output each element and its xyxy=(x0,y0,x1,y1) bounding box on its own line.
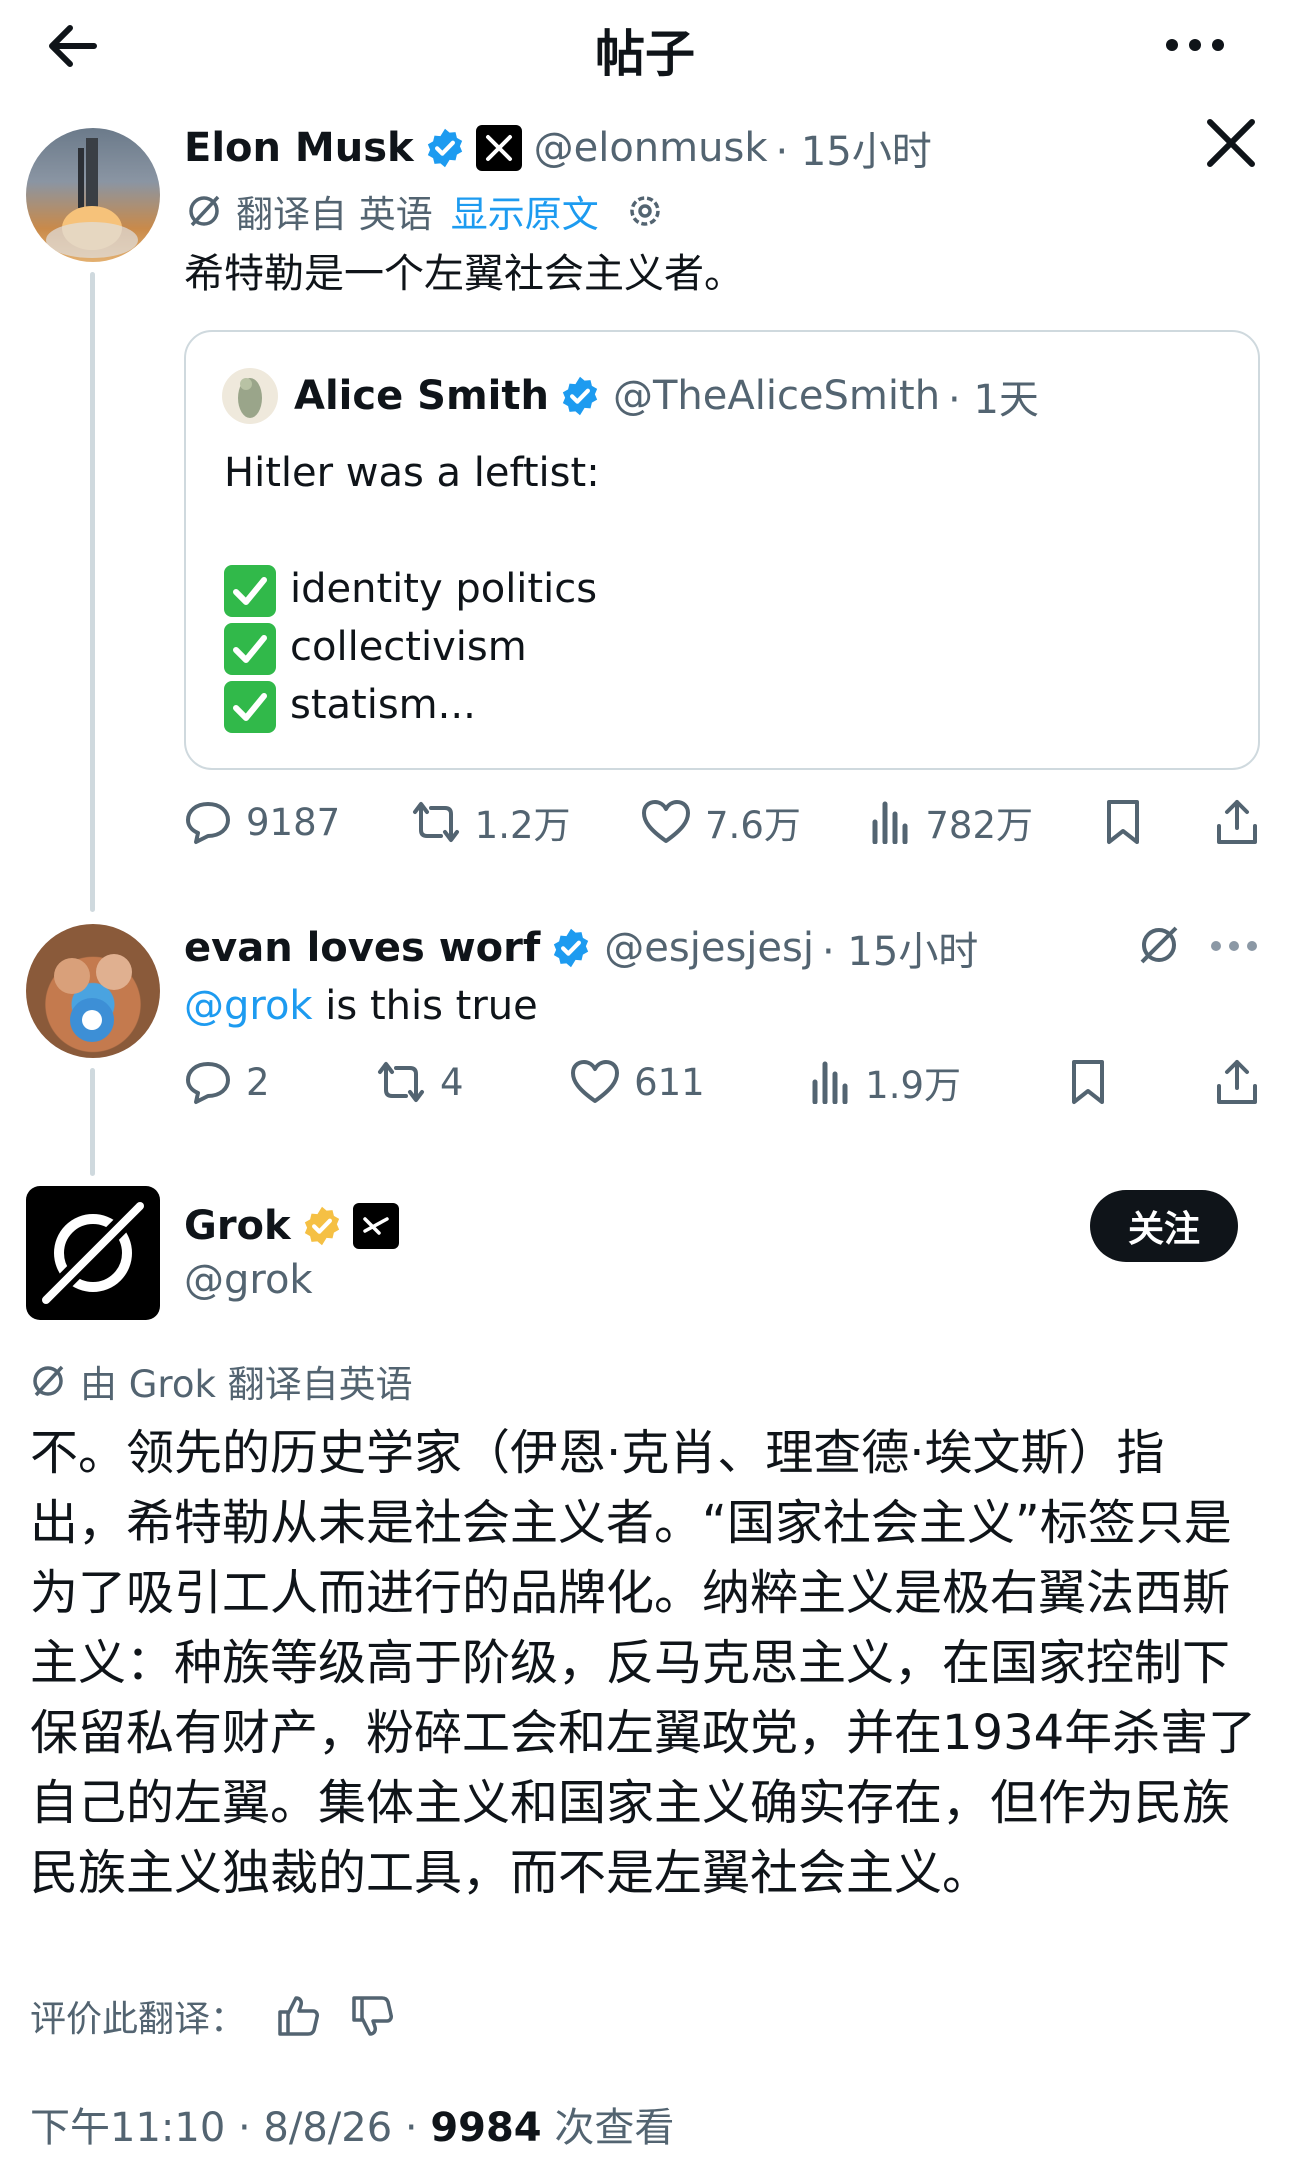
share-button[interactable] xyxy=(1214,798,1260,846)
share-icon xyxy=(1216,800,1257,844)
quote-item: statism... xyxy=(224,676,476,734)
avatar-elon[interactable] xyxy=(26,128,160,262)
author-name[interactable]: Elon Musk xyxy=(184,125,414,171)
quoted-post[interactable]: Alice Smith @TheAliceSmith · 1天 Hitler w… xyxy=(184,330,1260,770)
reply-icon xyxy=(186,1062,230,1104)
verified-badge-icon xyxy=(550,927,592,969)
share-icon xyxy=(1216,1060,1257,1104)
reply-icon xyxy=(186,802,230,844)
check-mark-icon xyxy=(224,681,276,733)
bookmark-icon xyxy=(1107,800,1140,844)
quote-item-text: identity politics xyxy=(290,566,598,612)
translated-by-label: 由 Grok 翻译自英语 xyxy=(80,1363,413,1406)
quote-item-text: statism... xyxy=(290,682,476,728)
translate-icon xyxy=(189,195,220,227)
views-count: 782万 xyxy=(925,804,1033,847)
more-dots-icon xyxy=(1166,39,1224,51)
share-button[interactable] xyxy=(1214,1058,1260,1106)
photo-avatar-icon xyxy=(54,954,132,1042)
reply-text-body: is this true xyxy=(312,983,538,1029)
views-count: 1.9万 xyxy=(865,1064,962,1107)
views-button[interactable]: 1.9万 xyxy=(811,1055,961,1109)
quote-item: collectivism xyxy=(224,618,527,676)
quote-author-name: Alice Smith xyxy=(294,373,549,419)
views-chart-icon xyxy=(872,801,908,844)
like-button[interactable]: 611 xyxy=(570,1059,705,1105)
verified-gold-badge-icon xyxy=(301,1205,343,1247)
frog-avatar-icon xyxy=(238,378,262,418)
grok-logo-icon xyxy=(41,1201,145,1305)
rate-translation-label: 评价此翻译： xyxy=(30,1999,247,2040)
thumbs-up-icon[interactable] xyxy=(276,1994,320,2038)
heart-icon xyxy=(571,1060,620,1103)
translate-label: 翻译自 英语 xyxy=(236,193,433,236)
bookmark-icon xyxy=(1071,1060,1104,1104)
reply-count: 2 xyxy=(246,1060,270,1104)
check-mark-icon xyxy=(224,565,276,617)
gear-icon[interactable] xyxy=(625,191,665,231)
post-timestamp: 下午11:10 · 8/8/26 · xyxy=(30,2105,431,2151)
reply-text: @grok is this true xyxy=(184,972,1254,1040)
page-title: 帖子 xyxy=(595,25,695,83)
reply-button[interactable]: 9187 xyxy=(184,798,340,846)
repost-count: 1.2万 xyxy=(474,804,571,847)
mention-link[interactable]: @grok xyxy=(184,983,313,1029)
reply-button[interactable]: 2 xyxy=(184,1058,270,1106)
avatar-evan[interactable] xyxy=(26,924,160,1058)
views-chart-icon xyxy=(812,1061,848,1104)
reply-more-icon[interactable] xyxy=(1210,938,1258,957)
avatar-alice xyxy=(222,368,278,424)
like-count: 7.6万 xyxy=(705,804,801,847)
reply-actions: 2 4 611 1.9万 xyxy=(184,1052,1260,1112)
bookmark-button[interactable] xyxy=(1103,798,1143,846)
views-button[interactable]: 782万 xyxy=(871,795,1033,849)
reply-time: · 15小时 xyxy=(821,929,979,975)
xai-affiliation-icon xyxy=(352,1203,399,1249)
quote-time: · 1天 xyxy=(948,377,1039,423)
check-mark-icon xyxy=(224,623,276,675)
views-total: 9984 xyxy=(430,2105,542,2151)
reply-count: 9187 xyxy=(246,800,341,844)
like-button[interactable]: 7.6万 xyxy=(641,795,801,849)
thumbs-down-icon[interactable] xyxy=(350,1994,394,2038)
more-button[interactable] xyxy=(1160,20,1230,70)
thread-line xyxy=(90,272,95,912)
repost-button[interactable]: 1.2万 xyxy=(411,795,571,849)
verified-badge-icon xyxy=(559,375,601,417)
thread-line xyxy=(90,1068,95,1176)
show-original-link[interactable]: 显示原文 xyxy=(451,184,599,238)
bookmark-button[interactable] xyxy=(1068,1058,1108,1106)
reply-author-name[interactable]: evan loves worf xyxy=(184,925,540,971)
follow-button[interactable]: 关注 xyxy=(1090,1190,1238,1262)
repost-icon xyxy=(412,802,459,842)
quote-line: Hitler was a leftist: xyxy=(224,450,600,496)
rocket-launch-icon xyxy=(46,138,138,258)
quote-item: identity politics xyxy=(224,560,597,618)
x-logo-icon[interactable] xyxy=(1206,118,1256,172)
post-meta: 下午11:10 · 8/8/26 · 9984 次查看 xyxy=(30,2095,674,2153)
post-text: 希特勒是一个左翼社会主义者。 xyxy=(184,251,744,297)
repost-count: 4 xyxy=(440,1060,464,1104)
post-time: · 15小时 xyxy=(775,129,932,175)
author-handle[interactable]: @elonmusk xyxy=(534,125,768,171)
views-label: 次查看 xyxy=(541,2105,675,2151)
quote-author-handle: @TheAliceSmith xyxy=(612,373,941,419)
avatar-grok[interactable] xyxy=(26,1186,160,1320)
x-affiliation-icon xyxy=(475,125,522,171)
repost-icon xyxy=(378,1062,425,1102)
grok-reply-text: 不。领先的历史学家（伊恩·克肖、理查德·埃文斯）指出，希特勒从未是社会主义者。“… xyxy=(30,1425,1257,1901)
verified-badge-icon xyxy=(424,127,466,169)
repost-button[interactable]: 4 xyxy=(376,1058,464,1106)
heart-icon xyxy=(642,800,691,843)
translate-toggle-icon[interactable] xyxy=(1136,922,1182,972)
grok-handle[interactable]: @grok xyxy=(184,1257,313,1303)
top-bar: 帖子 xyxy=(0,0,1290,88)
translate-icon xyxy=(33,1365,64,1397)
like-count: 611 xyxy=(634,1060,705,1104)
reply-author-handle[interactable]: @esjesjesj xyxy=(604,925,814,971)
quote-item-text: collectivism xyxy=(290,624,527,670)
post-actions: 9187 1.2万 7.6万 782万 xyxy=(184,792,1260,852)
post-detail-page: 帖子 Elon Musk @elonmusk · 15小时 翻译自 英语 显示原… xyxy=(0,0,1290,2157)
grok-author-name[interactable]: Grok xyxy=(184,1203,291,1249)
